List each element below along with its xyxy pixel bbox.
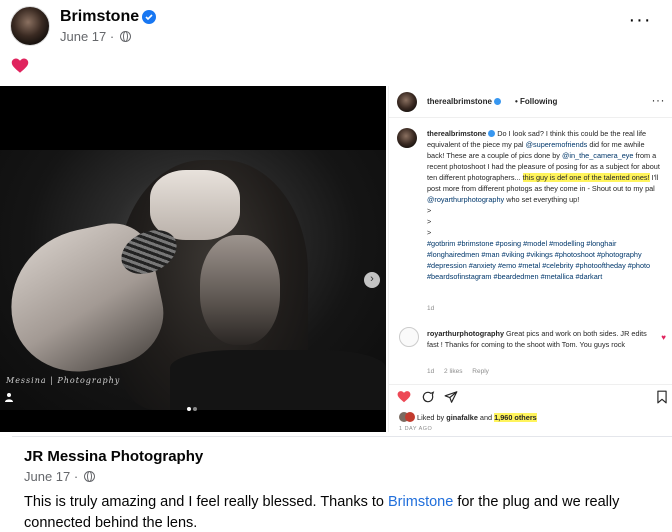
instagram-verified-icon (493, 98, 501, 105)
following-button[interactable]: • Following (515, 97, 557, 106)
instagram-avatar[interactable] (397, 92, 417, 112)
globe-icon (119, 31, 131, 42)
carousel-dot (193, 407, 197, 411)
likes-count[interactable]: 1,960 others (494, 413, 537, 422)
reply-text: This is truly amazing and I feel really … (24, 494, 389, 510)
like-heart-icon[interactable] (397, 390, 411, 404)
mention-link[interactable]: @in_the_camera_eye (562, 151, 634, 160)
comment-like-icon[interactable]: ♥ (661, 333, 666, 342)
commenter-avatar[interactable] (399, 327, 419, 347)
instagram-caption: therealbrimstone Do I look sad? I think … (427, 128, 663, 282)
instagram-header: therealbrimstone • Following ··· (389, 86, 672, 118)
comment-reply[interactable]: Reply (472, 368, 489, 375)
caption-hashtags[interactable]: #gotbrim #brimstone #posing #model #mode… (427, 238, 663, 282)
mention-link[interactable]: @royarthurphotography (427, 195, 504, 204)
reply-meta: June 17 · (24, 469, 95, 484)
caption-time: 1d (427, 305, 435, 312)
likes-summary: Liked by ginafalke and 1,960 others (399, 412, 537, 422)
instagram-more-button[interactable]: ··· (652, 93, 666, 107)
comment-handle[interactable]: royarthurphotography (427, 329, 504, 338)
comment-icon[interactable] (421, 390, 435, 404)
photo-shirt (170, 350, 386, 410)
globe-icon (83, 471, 95, 482)
red-heart-icon (11, 58, 29, 73)
comment-meta: 1d 2 likes Reply (427, 368, 497, 375)
author-avatar[interactable] (10, 6, 50, 46)
mention-link[interactable]: @superemofriends (526, 140, 588, 149)
instagram-post-date: 1 DAY AGO (399, 426, 433, 432)
comment-time: 1d (427, 368, 435, 375)
photo-face (200, 235, 280, 345)
post-date[interactable]: June 17 (60, 29, 106, 44)
liker-name[interactable]: ginafalke (446, 413, 478, 422)
likes-middle: and (477, 413, 495, 422)
share-icon[interactable] (444, 390, 458, 404)
caption-separator: > (427, 217, 432, 226)
reply-body: This is truly amazing and I feel really … (24, 492, 660, 532)
verified-badge-icon (142, 10, 156, 24)
comment-likes[interactable]: 2 likes (444, 368, 462, 375)
post-photo[interactable]: Messina | Photography › (0, 86, 386, 432)
post-meta: June 17 · (60, 29, 131, 44)
caption-separator: > (427, 206, 432, 215)
mention-link[interactable]: Brimstone (388, 494, 453, 510)
instagram-handle[interactable]: therealbrimstone (427, 97, 501, 106)
highlighted-text: this guy is def one of the talented ones… (522, 173, 650, 182)
photo-hand (150, 170, 240, 240)
reply-author[interactable]: JR Messina Photography (24, 448, 203, 465)
photo-scene (0, 150, 386, 410)
caption-handle[interactable]: therealbrimstone (427, 129, 486, 138)
post-header: Brimstone June 17 · ··· (10, 6, 662, 50)
date-separator: · (109, 29, 115, 44)
reply-comment-card: JR Messina Photography June 17 · This is… (12, 436, 672, 532)
liker-avatar (405, 412, 415, 422)
instagram-handle-text: therealbrimstone (427, 97, 492, 106)
carousel-next-button[interactable]: › (364, 272, 380, 288)
carousel-dots (186, 398, 198, 416)
author-name[interactable]: Brimstone (60, 8, 139, 26)
instagram-panel: therealbrimstone • Following ··· thereal… (388, 86, 672, 432)
likes-prefix: Liked by (417, 413, 447, 422)
save-bookmark-icon[interactable] (655, 390, 669, 404)
tagged-person-icon[interactable] (4, 392, 14, 402)
carousel-dot-active (187, 407, 191, 411)
reply-date[interactable]: June 17 (24, 469, 70, 484)
photo-watermark: Messina | Photography (6, 376, 121, 385)
reply-date-separator: · (73, 469, 79, 484)
instagram-actions (389, 384, 672, 406)
caption-avatar[interactable] (397, 128, 417, 148)
instagram-comment: royarthurphotography Great pics and work… (427, 328, 655, 350)
caption-text: who set everything up! (504, 195, 580, 204)
post-options-button[interactable]: ··· (628, 10, 652, 38)
post-media: Messina | Photography › therealbrimstone… (0, 86, 672, 432)
caption-separator: > (427, 228, 432, 237)
